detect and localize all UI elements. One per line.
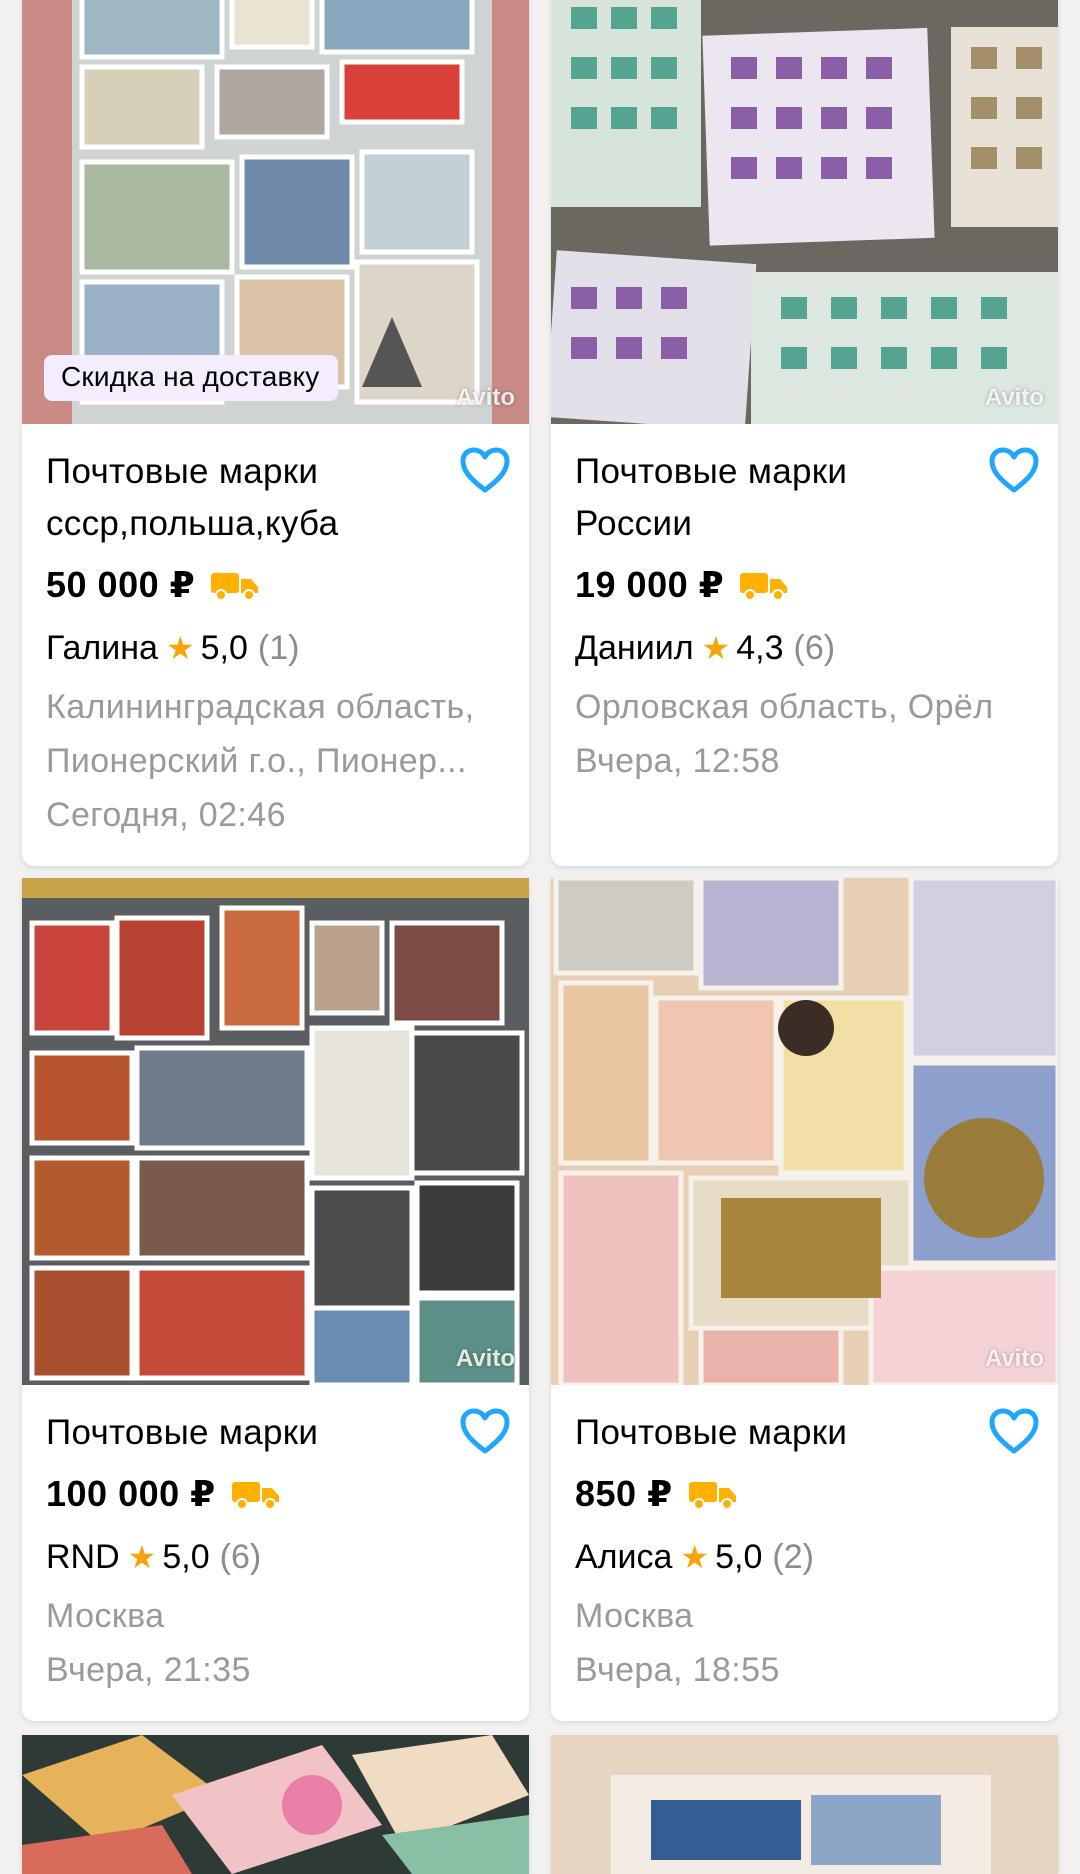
seller-rating: 5,0	[162, 1537, 210, 1576]
listing-title[interactable]: Почтовые марки России	[575, 446, 964, 550]
listing-photo[interactable]	[22, 1735, 529, 1874]
listing-photo[interactable]: Avito	[22, 878, 529, 1385]
listing-title[interactable]: Почтовые марки	[46, 1407, 435, 1459]
watermark: Avito	[455, 384, 515, 411]
stamps-photo-5	[22, 1735, 529, 1874]
seller-rating: 4,3	[736, 628, 784, 667]
listing-price: 100 000 ₽	[46, 1473, 216, 1514]
listing-card[interactable]: Avito Почтовые марки 850 ₽ Алиса ★ 5,0 (…	[551, 878, 1058, 1721]
star-icon: ★	[680, 1539, 710, 1575]
seller-name[interactable]: Галина	[46, 629, 158, 668]
listing-location: Москва	[46, 1597, 165, 1635]
heart-outline-icon[interactable]	[459, 1407, 511, 1455]
truck-icon	[231, 1482, 279, 1510]
review-count: (2)	[772, 1537, 814, 1576]
seller-rating: 5,0	[715, 1537, 763, 1576]
truck-icon	[688, 1482, 736, 1510]
listing-card[interactable]	[551, 1735, 1058, 1874]
listing-photo[interactable]	[551, 1735, 1058, 1874]
truck-icon	[740, 573, 788, 601]
truck-icon	[211, 573, 259, 601]
stamps-photo-2	[551, 0, 1058, 424]
stamps-photo-3	[22, 878, 529, 1385]
listing-photo[interactable]: Avito	[551, 0, 1058, 424]
heart-outline-icon[interactable]	[988, 446, 1040, 494]
watermark: Avito	[984, 384, 1044, 411]
review-count: (1)	[257, 628, 300, 667]
listing-card[interactable]	[22, 1735, 529, 1874]
stamps-photo-4	[551, 878, 1058, 1385]
listing-date: Вчера, 21:35	[46, 1651, 251, 1689]
listing-location: Москва	[575, 1597, 694, 1635]
listing-grid: Скидка на доставку Avito Почтовые марки …	[0, 0, 1080, 1874]
listing-date: Вчера, 12:58	[575, 742, 780, 780]
listing-price: 19 000 ₽	[575, 564, 725, 605]
listing-title[interactable]: Почтовые марки ссср,польша,куба	[46, 446, 435, 550]
listing-price: 50 000 ₽	[46, 564, 196, 605]
seller-rating: 5,0	[200, 628, 248, 667]
watermark: Avito	[455, 1345, 515, 1372]
seller-name[interactable]: Даниил	[575, 629, 694, 668]
star-icon: ★	[701, 630, 731, 666]
listing-date: Сегодня, 02:46	[46, 796, 286, 834]
stamps-photo-6	[551, 1735, 1058, 1874]
listing-price: 850 ₽	[575, 1473, 673, 1514]
listing-photo[interactable]: Avito	[551, 878, 1058, 1385]
listing-location: Калининградская область, Пионерский г.о.…	[46, 688, 475, 780]
star-icon: ★	[165, 630, 195, 666]
listing-date: Вчера, 18:55	[575, 1651, 780, 1689]
watermark: Avito	[984, 1345, 1044, 1372]
review-count: (6)	[219, 1537, 262, 1576]
listing-photo[interactable]: Скидка на доставку Avito	[22, 0, 529, 424]
listing-card[interactable]: Avito Почтовые марки 100 000 ₽ RND ★ 5,0	[22, 878, 529, 1721]
seller-name[interactable]: RND	[46, 1538, 120, 1577]
listing-title[interactable]: Почтовые марки	[575, 1407, 964, 1459]
star-icon: ★	[127, 1539, 157, 1575]
listing-card[interactable]: Скидка на доставку Avito Почтовые марки …	[22, 0, 529, 866]
listing-card[interactable]: Avito Почтовые марки России 19 000 ₽ Дан…	[551, 0, 1058, 866]
listing-location: Орловская область, Орёл	[575, 688, 994, 726]
heart-outline-icon[interactable]	[459, 446, 511, 494]
review-count: (6)	[793, 628, 836, 667]
heart-outline-icon[interactable]	[988, 1407, 1040, 1455]
seller-name[interactable]: Алиса	[575, 1538, 672, 1577]
delivery-discount-badge: Скидка на доставку	[44, 355, 338, 401]
